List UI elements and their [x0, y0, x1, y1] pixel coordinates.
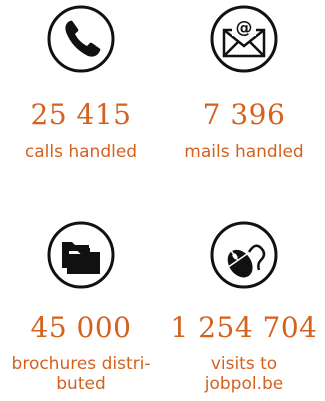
phone-icon [46, 4, 116, 74]
stat-number: 7 396 [202, 98, 286, 131]
mail-icon: @ [209, 4, 279, 74]
stat-number: 1 254 704 [170, 311, 318, 344]
folder-icon [46, 220, 116, 290]
stat-label: calls handled [24, 142, 138, 162]
svg-text:@: @ [236, 18, 253, 38]
mouse-icon [209, 220, 279, 290]
stat-label: visits to jobpol.be [204, 354, 284, 394]
stat-number: 25 415 [30, 98, 132, 131]
stat-number: 45 000 [30, 311, 132, 344]
stat-label: brochures distri- buted [11, 354, 151, 394]
stat-label: mails handled [184, 142, 304, 162]
